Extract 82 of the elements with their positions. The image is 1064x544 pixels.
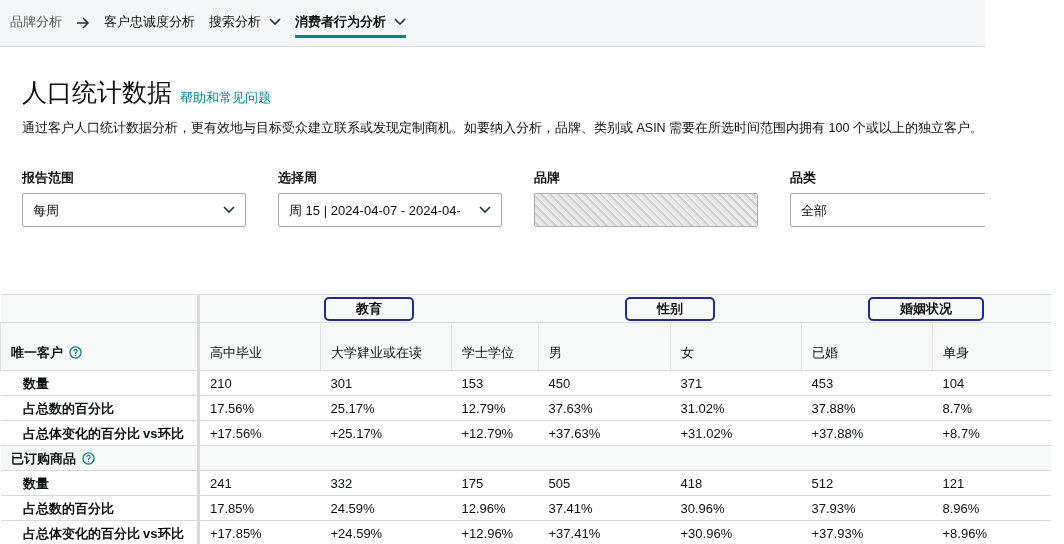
table-cell: +8.7% bbox=[942, 425, 980, 441]
help-icon[interactable] bbox=[81, 451, 95, 465]
table-cell: 24.59% bbox=[330, 500, 375, 516]
table-cell: +17.85% bbox=[210, 525, 262, 541]
group-header: 教育 bbox=[324, 297, 415, 321]
table-cell: +37.41% bbox=[548, 525, 601, 541]
column-header: 已婚 bbox=[812, 344, 839, 360]
table-cell: +30.96% bbox=[680, 525, 733, 541]
row-label: 占总体变化的百分比 vs环比 bbox=[22, 425, 184, 441]
table-cell: 121 bbox=[942, 475, 965, 491]
column-header: 女 bbox=[681, 344, 695, 360]
table-cell: +8.96% bbox=[942, 525, 987, 541]
table-cell: 210 bbox=[210, 375, 232, 391]
row-label: 占总体变化的百分比 vs环比 bbox=[22, 525, 184, 541]
select-field[interactable]: 每周 bbox=[22, 193, 246, 228]
row-header: 已订购商品 bbox=[10, 450, 76, 466]
help-icon[interactable] bbox=[69, 345, 82, 359]
table-cell: 505 bbox=[548, 475, 571, 491]
table-cell: 37.88% bbox=[811, 400, 856, 416]
row-label: 占总数的百分比 bbox=[22, 400, 114, 416]
table-cell: 332 bbox=[330, 475, 353, 491]
field-label: 选择周 bbox=[278, 168, 318, 187]
table-cell: 418 bbox=[680, 475, 703, 491]
select-field[interactable]: 全部 bbox=[790, 193, 985, 228]
row-label: 占总数的百分比 bbox=[22, 500, 114, 516]
field-label: 报告范围 bbox=[22, 168, 75, 187]
arrow-right-icon bbox=[76, 17, 90, 29]
nav-tab[interactable]: 搜索分析 bbox=[209, 7, 281, 39]
breadcrumb-link[interactable]: 品牌分析 bbox=[10, 7, 62, 39]
table-cell: +12.96% bbox=[461, 525, 514, 541]
table-cell: 301 bbox=[330, 375, 353, 391]
group-header: 婚姻状况 bbox=[868, 297, 985, 321]
table-cell: 104 bbox=[942, 375, 965, 391]
field-label: 品类 bbox=[790, 168, 817, 187]
table-cell: 17.56% bbox=[210, 400, 255, 416]
table-cell: +24.59% bbox=[330, 525, 383, 541]
column-header: 学士学位 bbox=[462, 344, 514, 360]
nav-tab[interactable]: 客户忠诚度分析 bbox=[104, 7, 195, 39]
table-cell: +37.88% bbox=[811, 425, 864, 441]
chevron-down-icon bbox=[223, 206, 235, 215]
table-cell: +37.63% bbox=[548, 425, 601, 441]
chevron-down-icon bbox=[394, 17, 406, 26]
row-label: 数量 bbox=[22, 375, 49, 391]
page-title: 人口统计数据 bbox=[22, 77, 172, 107]
column-header: 单身 bbox=[943, 344, 970, 360]
table-cell: 37.93% bbox=[811, 500, 856, 516]
group-header: 性别 bbox=[625, 297, 716, 321]
table-cell: 30.96% bbox=[680, 500, 725, 516]
help-link[interactable]: 帮助和常见问题 bbox=[180, 87, 271, 107]
table-cell: +31.02% bbox=[680, 425, 733, 441]
table-cell: 8.96% bbox=[942, 500, 980, 516]
column-header: 高中毕业 bbox=[210, 344, 262, 360]
table-cell: 8.7% bbox=[942, 400, 973, 416]
table-cell: 241 bbox=[210, 475, 232, 491]
chevron-down-icon bbox=[479, 206, 491, 215]
table-cell: 512 bbox=[811, 475, 834, 491]
nav-tab[interactable]: 消费者行为分析 bbox=[295, 7, 406, 39]
table-cell: 371 bbox=[680, 375, 703, 391]
description: 通过客户人口统计数据分析，更有效地与目标受众建立联系或发现定制商机。如要纳入分析，品牌、类别或 ASIN 需要在所选时间范围内拥有 100 个或以上的独立客户。 bbox=[22, 120, 984, 137]
redacted-field[interactable] bbox=[534, 193, 758, 228]
table-cell: 25.17% bbox=[330, 400, 375, 416]
table-cell: 450 bbox=[548, 375, 571, 391]
table-cell: 31.02% bbox=[680, 400, 725, 416]
table-cell: 153 bbox=[461, 375, 484, 391]
table-cell: 17.85% bbox=[210, 500, 255, 516]
row-header: 唯一客户 bbox=[11, 344, 63, 360]
table-cell: 453 bbox=[811, 375, 834, 391]
chevron-down-icon bbox=[269, 17, 281, 26]
table-cell: +17.56% bbox=[210, 425, 262, 441]
table-cell: 12.79% bbox=[461, 400, 506, 416]
table-cell: 37.63% bbox=[548, 400, 593, 416]
table-cell: +25.17% bbox=[330, 425, 383, 441]
table-cell: 175 bbox=[461, 475, 484, 491]
table-cell: +12.79% bbox=[461, 425, 514, 441]
select-field[interactable]: 周 15 | 2024-04-07 - 2024-04- bbox=[278, 193, 502, 228]
table-cell: 12.96% bbox=[461, 500, 506, 516]
row-label: 数量 bbox=[22, 475, 49, 491]
field-label: 品牌 bbox=[534, 168, 561, 187]
table-cell: 37.41% bbox=[548, 500, 593, 516]
table-cell: +37.93% bbox=[811, 525, 864, 541]
column-header: 大学肄业或在读 bbox=[331, 344, 422, 360]
column-header: 男 bbox=[549, 344, 563, 360]
